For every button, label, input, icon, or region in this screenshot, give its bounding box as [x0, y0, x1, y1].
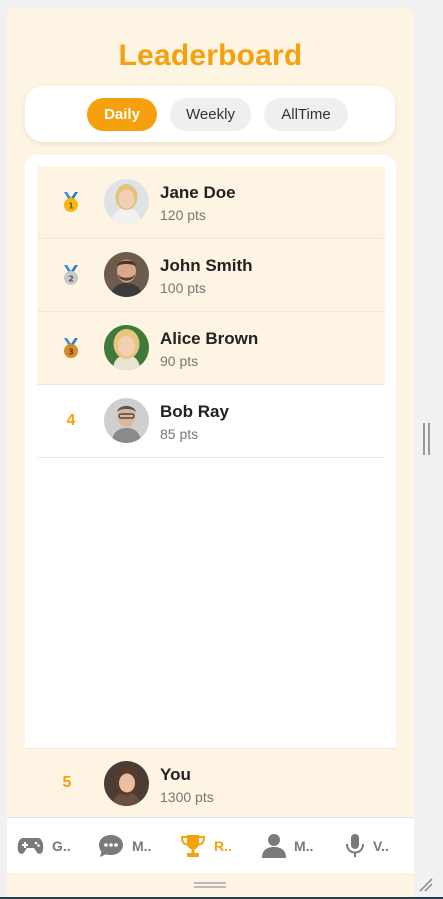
- rank-cell: 3: [37, 312, 105, 384]
- nav-games[interactable]: G..: [17, 818, 71, 873]
- silver-medal-icon: 2: [64, 265, 78, 285]
- trophy-icon: [180, 834, 206, 857]
- nav-label: G..: [52, 837, 71, 854]
- nav-voice[interactable]: V..: [345, 818, 389, 873]
- microphone-icon: [346, 833, 364, 857]
- nav-messages[interactable]: M..: [98, 818, 151, 873]
- player-name: You: [160, 765, 191, 784]
- player-name: John Smith: [160, 256, 253, 275]
- nav-label: M..: [294, 837, 314, 854]
- medal-number: 1: [68, 202, 74, 211]
- rank-number: 4: [66, 412, 76, 429]
- avatar: [104, 325, 149, 370]
- resize-grip-icon[interactable]: [418, 877, 434, 893]
- tab-alltime[interactable]: AllTime: [264, 98, 348, 131]
- nav-ranking[interactable]: R..: [180, 818, 232, 873]
- nav-label: M..: [132, 837, 152, 854]
- nav-profile[interactable]: M..: [262, 818, 313, 873]
- avatar: [104, 252, 149, 297]
- player-name: Jane Doe: [160, 183, 236, 202]
- period-tabs: Daily Weekly AllTime: [25, 86, 395, 142]
- nav-label: R..: [214, 837, 232, 854]
- drag-handle[interactable]: [194, 882, 226, 888]
- leaderboard-screen: Leaderboard Daily Weekly AllTime 1 Jane …: [7, 8, 414, 899]
- bronze-medal-icon: 3: [64, 338, 78, 358]
- chat-icon: [99, 834, 123, 857]
- leaderboard-row[interactable]: 2 John Smith 100 pts: [37, 239, 385, 312]
- player-points: 1300 pts: [160, 789, 214, 805]
- person-icon: [262, 834, 286, 858]
- bottom-navigation: G.. M.. R.. M.. V..: [7, 817, 414, 873]
- player-points: 90 pts: [160, 353, 199, 369]
- player-name: Alice Brown: [160, 329, 259, 348]
- player-points: 85 pts: [160, 426, 199, 442]
- nav-label: V..: [373, 837, 389, 854]
- player-name: Bob Ray: [160, 402, 229, 421]
- scrollbar-grip[interactable]: [423, 423, 430, 455]
- player-points: 100 pts: [160, 280, 206, 296]
- gold-medal-icon: 1: [64, 192, 78, 212]
- leaderboard-row[interactable]: 3 Alice Brown 90 pts: [37, 312, 385, 385]
- player-points: 120 pts: [160, 207, 206, 223]
- avatar: [104, 398, 149, 443]
- leaderboard-list: 1 Jane Doe 120 pts 2 John Smith 100 pts …: [25, 155, 396, 815]
- medal-number: 2: [68, 275, 74, 284]
- current-user-row[interactable]: 5 You 1300 pts: [25, 748, 396, 815]
- rank-cell: 1: [37, 166, 105, 238]
- rank-number: 5: [62, 773, 72, 791]
- gamepad-icon: [17, 837, 44, 854]
- avatar: [104, 761, 149, 806]
- rank-cell: 2: [37, 239, 105, 311]
- tab-daily[interactable]: Daily: [87, 98, 157, 131]
- tab-weekly[interactable]: Weekly: [170, 98, 251, 131]
- avatar: [104, 179, 149, 224]
- leaderboard-row[interactable]: 1 Jane Doe 120 pts: [37, 166, 385, 239]
- page-title: Leaderboard: [118, 39, 303, 72]
- leaderboard-row[interactable]: 4 Bob Ray 85 pts: [37, 385, 385, 458]
- medal-number: 3: [68, 348, 74, 357]
